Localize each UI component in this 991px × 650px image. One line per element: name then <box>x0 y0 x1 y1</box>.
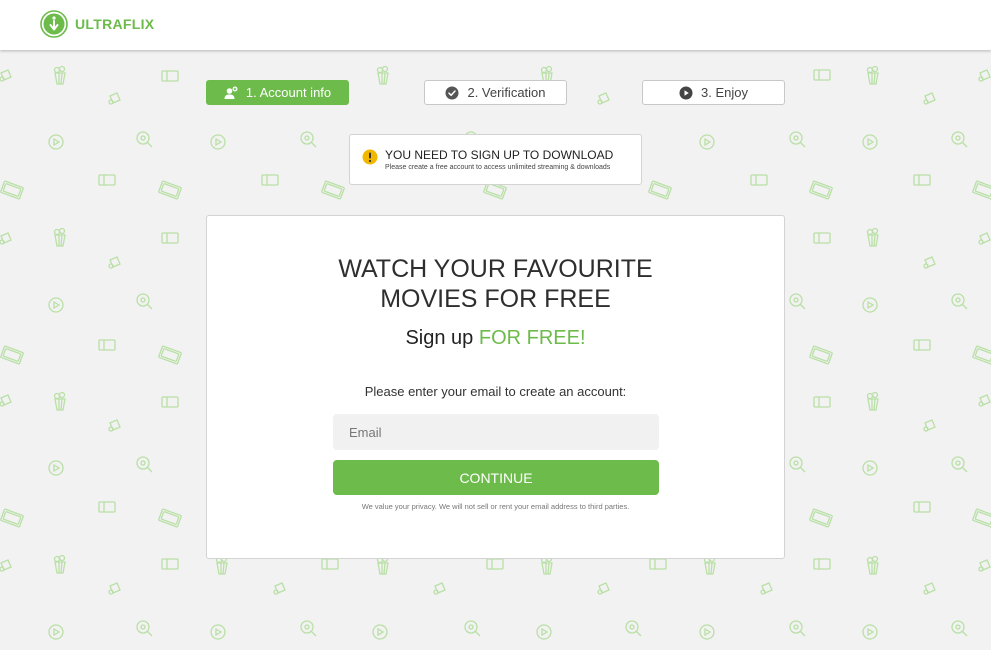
step-verification[interactable]: 2. Verification <box>424 80 567 105</box>
play-circle-icon <box>679 86 693 99</box>
notice-subtitle: Please create a free account to access u… <box>385 164 611 171</box>
step-enjoy[interactable]: 3. Enjoy <box>642 80 785 105</box>
subhead-highlight: FOR FREE! <box>478 327 586 349</box>
headline-line-1: WATCH YOUR FAVOURITE <box>338 255 653 283</box>
email-prompt: Please enter your email to create an acc… <box>364 384 627 399</box>
signup-card: WATCH YOUR FAVOURITE MOVIES FOR FREE Sig… <box>206 215 785 559</box>
notice-title: YOU NEED TO SIGN UP TO DOWNLOAD <box>385 148 614 162</box>
step-label: 1. Account info <box>245 85 332 100</box>
subhead-prefix: Sign up <box>405 327 474 349</box>
privacy-note: We value your privacy. We will not sell … <box>361 502 630 511</box>
pattern-tile-4 <box>0 554 991 640</box>
user-add-icon <box>224 86 238 99</box>
warning-icon <box>362 149 378 165</box>
check-circle-icon <box>445 86 459 99</box>
headline-line-2: MOVIES FOR FREE <box>380 285 611 313</box>
email-field[interactable] <box>333 414 659 450</box>
signup-subhead: Sign up FOR FREE! <box>207 327 784 350</box>
download-logo-icon[interactable] <box>40 10 68 38</box>
logo-text[interactable]: ULTRAFLIX <box>75 16 154 32</box>
top-header: ULTRAFLIX <box>0 0 991 50</box>
page-title: WATCH YOUR FAVOURITE MOVIES FOR FREE <box>207 254 784 314</box>
signup-required-notice: YOU NEED TO SIGN UP TO DOWNLOAD Please c… <box>349 134 642 185</box>
step-label: 2. Verification <box>467 85 546 100</box>
continue-button[interactable]: CONTINUE <box>333 460 659 495</box>
step-label: 3. Enjoy <box>701 85 748 100</box>
step-account-info[interactable]: 1. Account info <box>206 80 349 105</box>
